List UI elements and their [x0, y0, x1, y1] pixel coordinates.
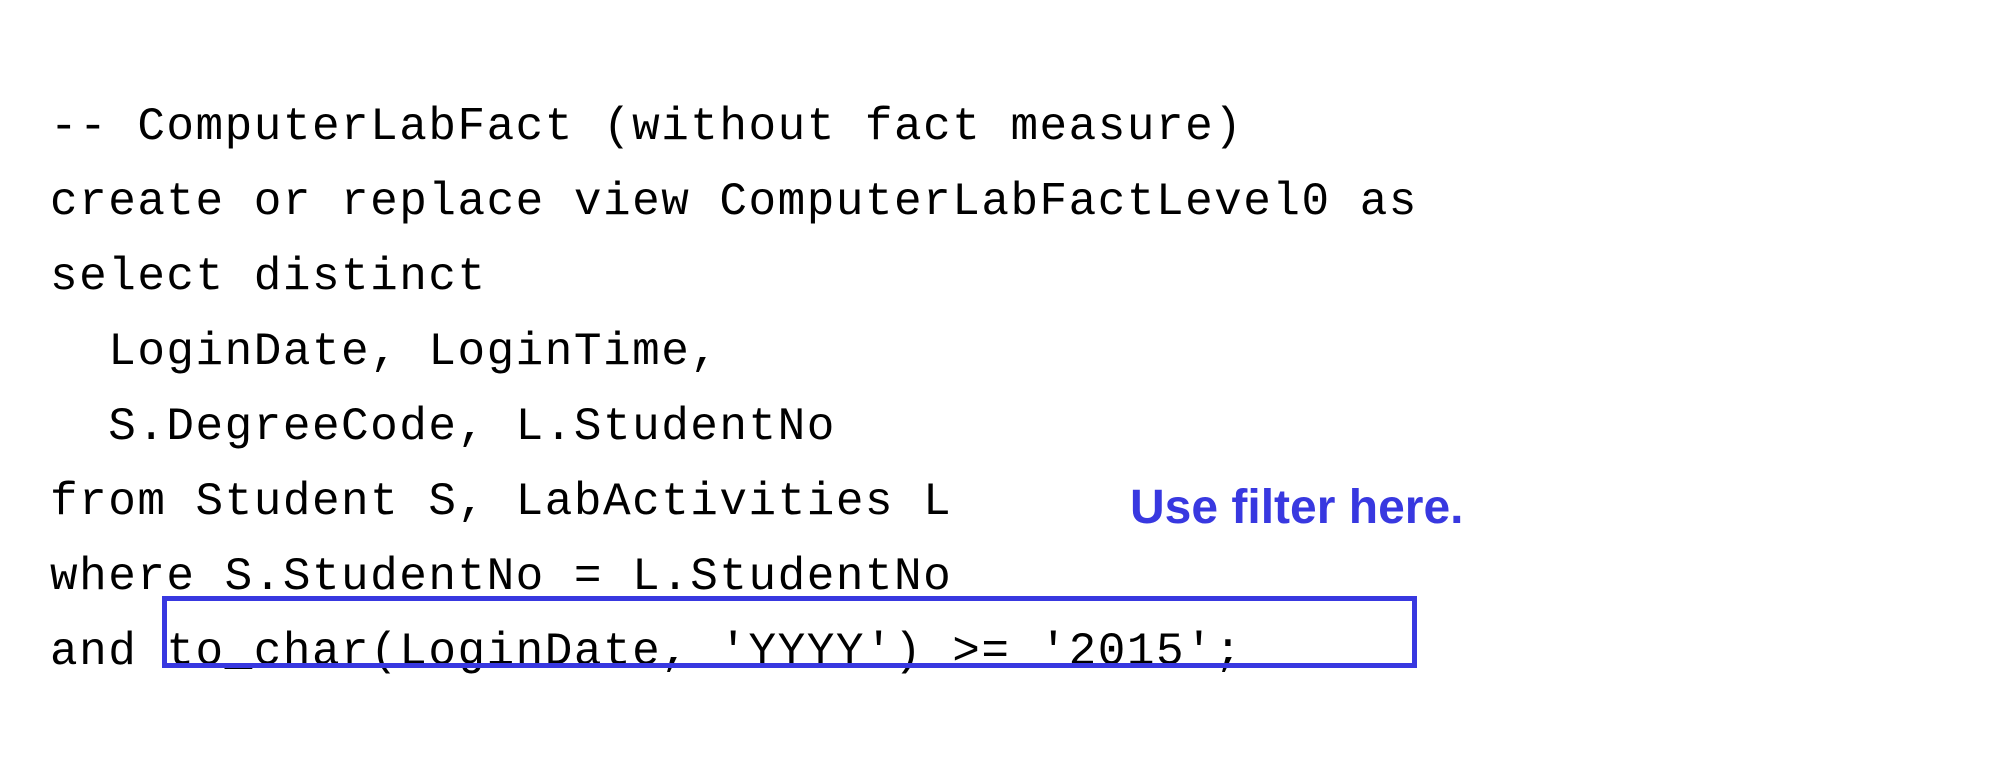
code-line-7: where S.StudentNo = L.StudentNo [50, 540, 1418, 615]
code-line-3: select distinct [50, 240, 1418, 315]
code-line-1: -- ComputerLabFact (without fact measure… [50, 90, 1418, 165]
code-line-8: and to_char(LoginDate, 'YYYY') >= '2015'… [50, 615, 1418, 690]
code-line-4: LoginDate, LoginTime, [50, 315, 1418, 390]
code-block: -- ComputerLabFact (without fact measure… [50, 15, 1418, 765]
code-line-5: S.DegreeCode, L.StudentNo [50, 390, 1418, 465]
code-line-2: create or replace view ComputerLabFactLe… [50, 165, 1418, 240]
annotation-label: Use filter here. [1130, 480, 1463, 535]
